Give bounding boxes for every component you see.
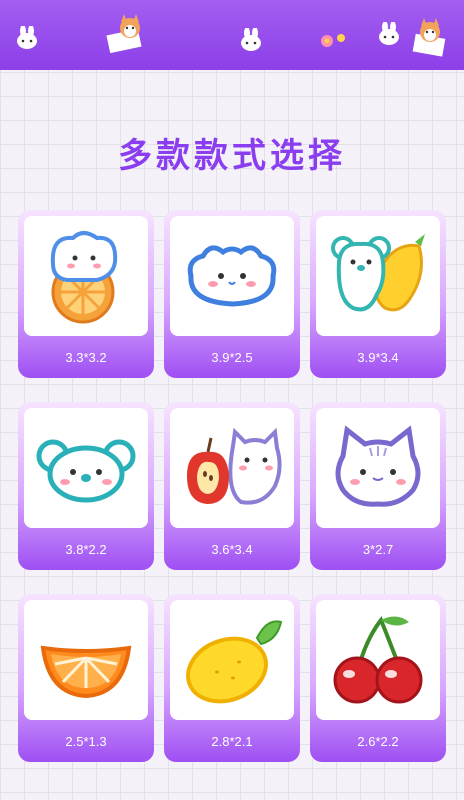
patch-card[interactable]: 3.3*3.2 [18, 210, 154, 378]
top-banner [0, 0, 464, 70]
patch-card[interactable]: 3.9*3.4 [310, 210, 446, 378]
purple-cat-face-patch-icon [335, 425, 421, 507]
lemon-patch-icon [186, 620, 283, 704]
patch-card[interactable]: 2.8*2.1 [164, 594, 300, 762]
patch-image [24, 600, 148, 720]
patch-image [316, 600, 440, 720]
corgi-envelope-icon [412, 18, 446, 57]
patch-size-label: 3*2.7 [362, 542, 394, 557]
patch-image [170, 600, 294, 720]
patch-card[interactable]: 3.9*2.5 [164, 210, 300, 378]
patch-image [316, 216, 440, 336]
patch-card[interactable]: 2.6*2.2 [310, 594, 446, 762]
bunny-icon [379, 22, 399, 45]
bunny-icon [17, 26, 37, 49]
bunny-icon [241, 28, 261, 51]
patch-size-label: 3.9*3.4 [357, 350, 399, 365]
flower-icon [321, 34, 345, 47]
teal-koala-mango-patch-icon [331, 234, 425, 312]
patch-size-label: 2.8*2.1 [211, 734, 253, 749]
patch-image [24, 408, 148, 528]
patch-grid: 3.3*3.2 3.9*2.5 3.9*3.4 3.8*2.2 3.6*3.4 … [18, 210, 446, 762]
cherries-patch-icon [333, 616, 423, 704]
patch-image [170, 408, 294, 528]
patch-size-label: 2.5*1.3 [65, 734, 107, 749]
cat-with-apple-patch-icon [187, 427, 282, 505]
patch-card[interactable]: 3.8*2.2 [18, 402, 154, 570]
patch-image [316, 408, 440, 528]
patch-size-label: 2.6*2.2 [357, 734, 399, 749]
patch-card[interactable]: 2.5*1.3 [18, 594, 154, 762]
patch-size-label: 3.8*2.2 [65, 542, 107, 557]
section-title: 多款款式选择 [118, 136, 346, 176]
corgi-envelope-icon [106, 14, 142, 54]
patch-card[interactable]: 3*2.7 [310, 402, 446, 570]
teal-koala-face-patch-icon [36, 439, 136, 503]
patch-size-label: 3.3*3.2 [65, 350, 107, 365]
patch-image [24, 216, 148, 336]
patch-size-label: 3.6*3.4 [211, 542, 253, 557]
patch-card[interactable]: 3.6*3.4 [164, 402, 300, 570]
patch-image [170, 216, 294, 336]
orange-slice-patch-icon [40, 645, 132, 699]
patch-size-label: 3.9*2.5 [211, 350, 253, 365]
blue-puppy-face-patch-icon [187, 245, 277, 307]
blue-bear-orange-patch-icon [50, 231, 118, 324]
